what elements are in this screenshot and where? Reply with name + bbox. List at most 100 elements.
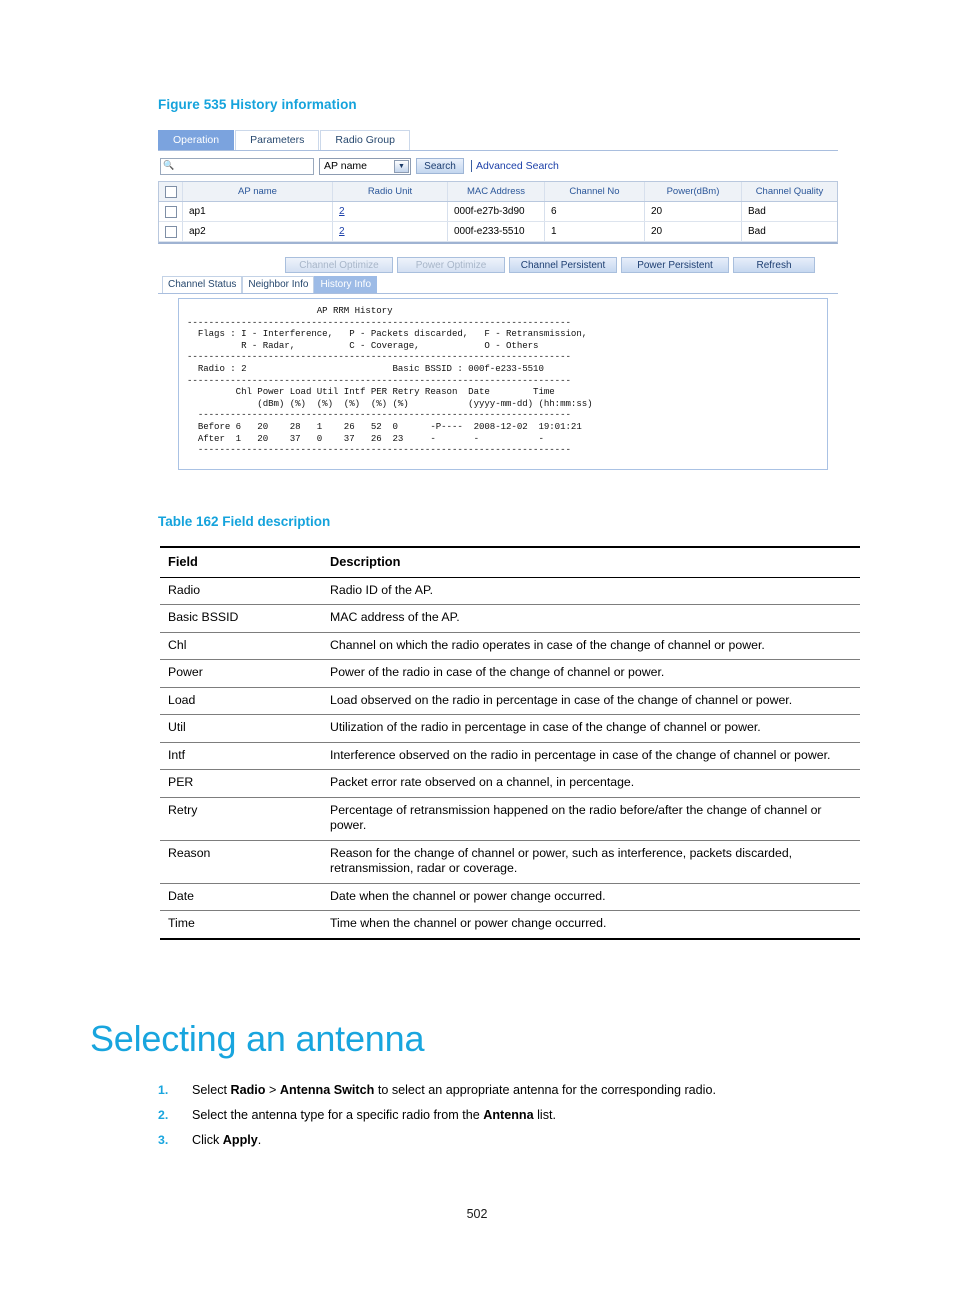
table-row: Power Power of the radio in case of the … (160, 660, 860, 687)
column-header-power[interactable]: Power(dBm) (645, 182, 742, 201)
list-item: 2. Select the antenna type for a specifi… (158, 1107, 858, 1123)
channel-persistent-button[interactable]: Channel Persistent (509, 257, 617, 273)
table-row: Util Utilization of the radio in percent… (160, 715, 860, 742)
detail-tab-filler (377, 277, 838, 293)
step-number: 2. (158, 1108, 169, 1122)
grid-header-row: AP name Radio Unit MAC Address Channel N… (159, 182, 837, 202)
field-description: Reason for the change of channel or powe… (330, 845, 793, 876)
field-name: Radio (168, 582, 201, 597)
step-number: 3. (158, 1133, 169, 1147)
table-row: Date Date when the channel or power chan… (160, 883, 860, 911)
tab-operation[interactable]: Operation (158, 130, 235, 150)
page-title: Selecting an antenna (90, 1018, 425, 1059)
search-toolbar: 🔍 AP name ▼ Search Advanced Search (158, 151, 838, 181)
field-description: Interference observed on the radio in pe… (330, 747, 831, 762)
field-description: Packet error rate observed on a channel,… (330, 775, 635, 789)
rrm-history-console: AP RRM History -------------------------… (178, 298, 828, 470)
select-all-cell[interactable] (159, 182, 183, 201)
table-row: Time Time when the channel or power chan… (160, 911, 860, 939)
list-item: 1. Select Radio > Antenna Switch to sele… (158, 1082, 858, 1098)
cell-ap-name: ap2 (183, 222, 333, 241)
field-name: Reason (168, 845, 211, 860)
select-all-checkbox[interactable] (164, 185, 177, 198)
field-name: Basic BSSID (168, 610, 239, 624)
main-tab-strip: Operation Parameters Radio Group (158, 130, 838, 151)
table-row: PER Packet error rate observed on a chan… (160, 770, 860, 797)
field-description: Time when the channel or power change oc… (330, 916, 607, 930)
step-text: Select Radio > Antenna Switch to select … (192, 1083, 716, 1097)
power-persistent-button[interactable]: Power Persistent (621, 257, 729, 273)
row-select-cell[interactable] (159, 222, 183, 241)
row-select-cell[interactable] (159, 202, 183, 221)
list-item: 3. Click Apply. (158, 1132, 858, 1148)
field-name: Retry (168, 802, 198, 817)
procedure-steps: 1. Select Radio > Antenna Switch to sele… (158, 1082, 858, 1157)
cell-mac-address: 000f-e233-5510 (448, 222, 545, 241)
radio-unit-link[interactable]: 2 (339, 226, 345, 237)
rrm-history-text: AP RRM History -------------------------… (187, 305, 593, 456)
ap-list-grid: AP name Radio Unit MAC Address Channel N… (158, 181, 838, 244)
field-description: Channel on which the radio operates in c… (330, 637, 765, 652)
figure-caption: Figure 535 History information (158, 97, 357, 112)
cell-radio-unit: 2 (333, 202, 448, 221)
table-row: Intf Interference observed on the radio … (160, 742, 860, 770)
ui-screenshot: Operation Parameters Radio Group 🔍 AP na… (158, 130, 838, 470)
table-row[interactable]: ap2 2 000f-e233-5510 1 20 Bad (159, 222, 837, 242)
action-button-row: Channel Optimize Power Optimize Channel … (158, 257, 838, 273)
cell-power: 20 (645, 202, 742, 221)
cell-channel-no: 6 (545, 202, 645, 221)
table-row: Retry Percentage of retransmission happe… (160, 797, 860, 840)
tab-parameters[interactable]: Parameters (235, 130, 320, 150)
table-caption: Table 162 Field description (158, 514, 331, 529)
cell-channel-quality: Bad (748, 226, 766, 237)
column-header-radio-unit[interactable]: Radio Unit (333, 182, 448, 201)
tab-strip-filler (411, 131, 838, 150)
table-row[interactable]: ap1 2 000f-e27b-3d90 6 20 Bad (159, 202, 837, 222)
field-description-table: Field Description Radio Radio ID of the … (160, 546, 860, 940)
cell-ap-name: ap1 (183, 202, 333, 221)
toolbar-divider (471, 160, 472, 172)
tab-radio-group[interactable]: Radio Group (320, 130, 410, 150)
refresh-button[interactable]: Refresh (733, 257, 815, 273)
cell-channel-no: 1 (545, 222, 645, 241)
field-column-header: Field (168, 554, 198, 569)
tab-history-info[interactable]: History Info (314, 276, 378, 293)
search-field-select-value: AP name (324, 160, 367, 172)
field-description: Date when the channel or power change oc… (330, 888, 606, 903)
tab-neighbor-info[interactable]: Neighbor Info (242, 276, 315, 293)
chevron-down-icon[interactable]: ▼ (394, 159, 409, 173)
column-header-channel-no[interactable]: Channel No (545, 182, 645, 201)
search-field-select[interactable]: AP name ▼ (319, 157, 411, 175)
column-header-mac-address[interactable]: MAC Address (448, 182, 545, 201)
page-number: 502 (466, 1207, 488, 1221)
field-name: Intf (168, 747, 186, 762)
field-description: Power of the radio in case of the change… (330, 665, 665, 679)
field-description: Load observed on the radio in percentage… (330, 692, 793, 707)
cell-power: 20 (645, 222, 742, 241)
step-number: 1. (158, 1083, 169, 1097)
column-header-ap-name[interactable]: AP name (183, 182, 333, 201)
search-icon: 🔍 (163, 159, 175, 170)
cell-radio-unit: 2 (333, 222, 448, 241)
field-description: MAC address of the AP. (330, 610, 460, 624)
row-checkbox[interactable] (164, 225, 177, 238)
field-description: Radio ID of the AP. (330, 582, 433, 597)
field-name: Power (168, 665, 203, 679)
radio-unit-link[interactable]: 2 (339, 206, 345, 217)
cell-mac-address: 000f-e27b-3d90 (448, 202, 545, 221)
search-input[interactable]: 🔍 (160, 157, 314, 175)
search-button[interactable]: Search (416, 158, 464, 174)
advanced-search-link[interactable]: Advanced Search (476, 160, 559, 172)
column-header-channel-quality[interactable]: Channel Quality (742, 182, 837, 201)
field-name: Date (168, 888, 194, 903)
field-name: Time (168, 916, 195, 930)
row-checkbox[interactable] (164, 205, 177, 218)
table-row: Chl Channel on which the radio operates … (160, 632, 860, 660)
power-optimize-button[interactable]: Power Optimize (397, 257, 505, 273)
field-name: Load (168, 692, 196, 707)
table-row: Basic BSSID MAC address of the AP. (160, 605, 860, 632)
channel-optimize-button[interactable]: Channel Optimize (285, 257, 393, 273)
step-text: Click Apply. (192, 1133, 262, 1147)
tab-channel-status[interactable]: Channel Status (162, 276, 243, 293)
field-table-header-row: Field Description (160, 547, 860, 577)
